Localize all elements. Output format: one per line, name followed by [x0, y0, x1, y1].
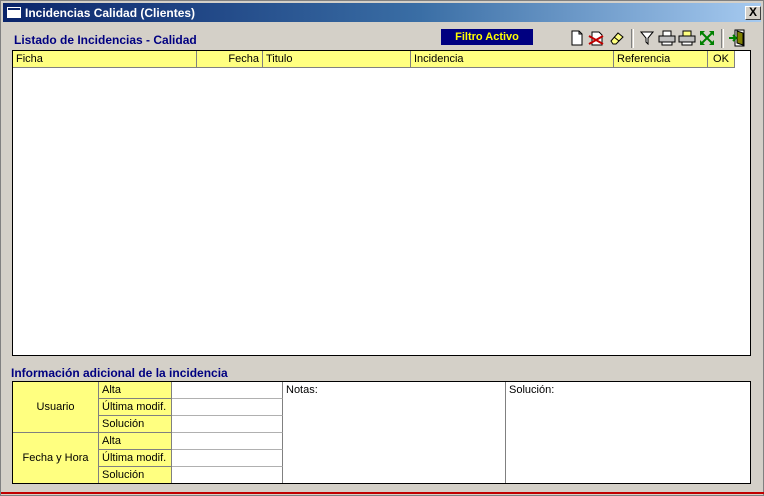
window-icon: [7, 7, 21, 18]
row-label-alta: Alta: [99, 382, 172, 399]
usuario-ultima-modif-value: [172, 399, 283, 416]
expand-icon[interactable]: [698, 29, 716, 47]
eraser-icon[interactable]: [608, 29, 626, 47]
column-header-ok[interactable]: OK: [708, 51, 735, 68]
list-title: Listado de Incidencias - Calidad: [14, 33, 197, 47]
incidencias-grid[interactable]: Ficha Fecha Titulo Incidencia Referencia…: [12, 50, 751, 356]
column-header-fecha[interactable]: Fecha: [197, 51, 263, 68]
toolbar-separator: [721, 29, 724, 48]
usuario-solucion-value: [172, 416, 283, 433]
fecha-ultima-modif-value: [172, 450, 283, 467]
solution-label: Solución:: [509, 384, 555, 396]
close-button[interactable]: X: [745, 6, 761, 20]
delete-icon[interactable]: [588, 29, 606, 47]
column-header-referencia[interactable]: Referencia: [614, 51, 708, 68]
column-header-incidencia[interactable]: Incidencia: [411, 51, 614, 68]
window-title: Incidencias Calidad (Clientes): [25, 6, 196, 20]
incidencia-info-panel: Usuario Alta Última modif. Solución Fech…: [12, 381, 751, 484]
exit-icon[interactable]: [728, 29, 746, 47]
info-title: Información adicional de la incidencia: [11, 366, 228, 380]
filter-active-badge: Filtro Activo: [441, 29, 533, 45]
group-label-fecha-hora: Fecha y Hora: [13, 433, 99, 483]
grid-header: Ficha Fecha Titulo Incidencia Referencia…: [13, 51, 735, 68]
new-document-icon[interactable]: [568, 29, 586, 47]
title-bar[interactable]: Incidencias Calidad (Clientes) X: [3, 3, 761, 22]
column-header-ficha[interactable]: Ficha: [13, 51, 197, 68]
usuario-alta-value: [172, 382, 283, 399]
row-label-ultima-modif: Última modif.: [99, 399, 172, 416]
column-header-titulo[interactable]: Titulo: [263, 51, 411, 68]
row-label-solucion: Solución: [99, 467, 172, 483]
row-label-alta: Alta: [99, 433, 172, 450]
filter-icon[interactable]: [638, 29, 656, 47]
row-label-solucion: Solución: [99, 416, 172, 433]
solution-pane[interactable]: Solución:: [506, 382, 750, 483]
row-label-ultima-modif: Última modif.: [99, 450, 172, 467]
toolbar-separator: [631, 29, 634, 48]
status-divider: [1, 492, 764, 494]
incidencias-window: Incidencias Calidad (Clientes) X Listado…: [0, 0, 764, 496]
fecha-alta-value: [172, 433, 283, 450]
notes-label: Notas:: [286, 384, 318, 396]
notes-pane[interactable]: Notas:: [283, 382, 506, 483]
print-preview-icon[interactable]: [678, 29, 696, 47]
group-label-usuario: Usuario: [13, 382, 99, 433]
print-icon[interactable]: [658, 29, 676, 47]
fecha-solucion-value: [172, 467, 283, 483]
